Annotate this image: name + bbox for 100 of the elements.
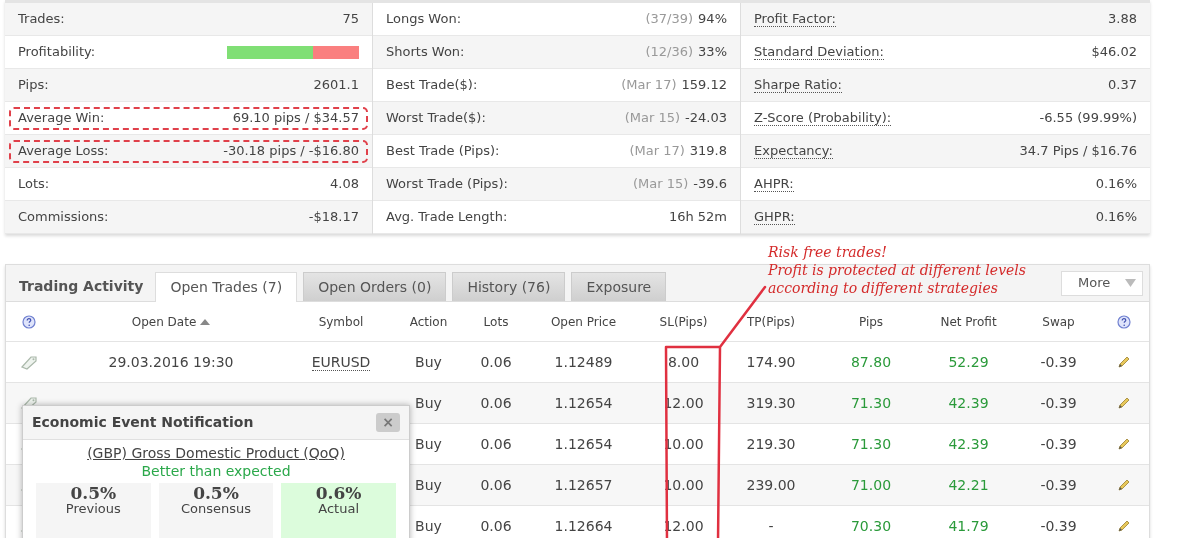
- tab[interactable]: Open Orders (0): [303, 272, 447, 301]
- stat-label: Profitability:: [18, 43, 96, 62]
- table-cell-text: Buy: [415, 475, 442, 495]
- figure-label: Actual: [318, 500, 359, 518]
- table-cell-text: 70.30: [850, 516, 892, 536]
- column-header[interactable]: TP(Pips): [746, 312, 796, 331]
- panel-title: Trading Activity: [19, 276, 144, 296]
- stat-date: (12/36): [645, 43, 694, 62]
- table-cell-text: -0.39: [1040, 393, 1077, 413]
- stat-label: AHPR:: [754, 176, 794, 192]
- figure-label: Previous: [65, 500, 121, 518]
- table-cell-text: Buy: [415, 352, 442, 372]
- table-cell-text: 1.12654: [554, 393, 613, 413]
- sort-ascending-icon[interactable]: [200, 318, 211, 325]
- annotation-text: Risk free trades!: [768, 243, 888, 261]
- event-outcome: Better than expected: [141, 462, 291, 480]
- table-cell-text: -0.39: [1040, 434, 1077, 454]
- pencil-icon[interactable]: [1116, 355, 1131, 369]
- stat-label: Longs Won:: [386, 10, 462, 29]
- tag-icon: [19, 354, 38, 370]
- pencil-icon[interactable]: [1116, 396, 1131, 410]
- stat-date: (37/39): [645, 10, 694, 29]
- stat-date: (Mar 17): [629, 142, 685, 161]
- table-cell-text: Buy: [415, 434, 442, 454]
- tab[interactable]: Exposure: [571, 272, 667, 301]
- stat-label: Z-Score (Probability):: [754, 110, 892, 126]
- stat-label: Lots:: [18, 175, 50, 194]
- stat-label: Average Loss:: [18, 142, 109, 161]
- tab[interactable]: History (76): [452, 272, 566, 301]
- column-header[interactable]: Open Price: [550, 312, 617, 331]
- stat-label: Trades:: [18, 10, 65, 29]
- stat-value: 69.10 pips / $34.57: [232, 109, 359, 128]
- event-link[interactable]: (GBP) Gross Domestic Product (QoQ): [87, 444, 345, 462]
- annotation-text: Profit is protected at different levels: [768, 261, 1026, 279]
- stat-date: (Mar 15): [633, 175, 689, 194]
- table-cell-text: 239.00: [746, 475, 796, 495]
- table-cell-text: 1.12664: [554, 516, 613, 536]
- stat-label: Sharpe Ratio:: [754, 77, 842, 93]
- column-header[interactable]: Net Profit: [940, 312, 997, 331]
- stat-label: Worst Trade (Pips):: [386, 175, 508, 194]
- stat-label: Profit Factor:: [754, 11, 836, 27]
- stat-label: Expectancy:: [754, 143, 833, 159]
- table-cell-text: -0.39: [1040, 475, 1077, 495]
- stat-label: Commissions:: [18, 208, 109, 227]
- figure-label: Consensus: [180, 500, 252, 518]
- column-header[interactable]: Open Date: [131, 312, 197, 331]
- stat-value: 75: [342, 10, 359, 29]
- stat-value: 0.16%: [1095, 175, 1137, 194]
- column-header[interactable]: SL(Pips): [659, 312, 708, 331]
- stat-value: 0.16%: [1095, 208, 1137, 227]
- table-cell-text: Buy: [415, 516, 442, 536]
- stat-value: -39.6: [693, 175, 727, 194]
- stat-value: -6.55 (99.99%): [1039, 109, 1137, 128]
- table-cell-text: 1.12654: [554, 434, 613, 454]
- pencil-icon[interactable]: [1116, 519, 1131, 533]
- table-cell-text: 42.21: [948, 475, 989, 495]
- table-cell-text: 219.30: [746, 434, 796, 454]
- stat-value: 4.08: [330, 175, 359, 194]
- stat-label: Pips:: [18, 76, 49, 95]
- table-cell-text: 0.06: [480, 475, 512, 495]
- symbol-link[interactable]: EURUSD: [311, 353, 371, 371]
- stat-value: 33%: [698, 43, 727, 62]
- stat-date: (Mar 17): [621, 76, 677, 95]
- table-cell-text: 29.03.2016 19:30: [108, 352, 234, 372]
- figure-value: 0.6%: [315, 484, 362, 502]
- table-cell-text: Buy: [415, 393, 442, 413]
- column-header[interactable]: Pips: [858, 312, 884, 331]
- pencil-icon[interactable]: [1116, 478, 1131, 492]
- stat-value: 94%: [698, 10, 727, 29]
- table-cell-text: 0.06: [480, 393, 512, 413]
- column-header[interactable]: Symbol: [318, 312, 364, 331]
- table-cell-text: 52.29: [948, 352, 989, 372]
- table-cell-text: 174.90: [746, 352, 796, 372]
- table-cell-text: 319.30: [746, 393, 796, 413]
- help-icon[interactable]: [1116, 314, 1131, 329]
- column-header[interactable]: Swap: [1042, 312, 1075, 331]
- stat-label: Avg. Trade Length:: [386, 208, 508, 227]
- help-icon[interactable]: [21, 314, 36, 329]
- table-cell-text: 0.06: [480, 516, 512, 536]
- popup-title: Economic Event Notification: [32, 413, 254, 432]
- column-header[interactable]: Lots: [483, 312, 509, 331]
- table-cell-text: 0.06: [480, 352, 512, 372]
- stat-value: -$18.17: [308, 208, 359, 227]
- pencil-icon[interactable]: [1116, 437, 1131, 451]
- stat-value: -24.03: [685, 109, 727, 128]
- figure-value: 0.5%: [70, 484, 117, 502]
- column-header[interactable]: Action: [409, 312, 448, 331]
- stat-value: 159.12: [681, 76, 727, 95]
- table-cell-text: 1.12657: [554, 475, 613, 495]
- table-cell-text: 8.00: [667, 352, 700, 372]
- stat-value: 34.7 Pips / $16.76: [1019, 142, 1137, 161]
- table-cell-text: 71.30: [850, 434, 892, 454]
- table-cell-text: -0.39: [1040, 516, 1077, 536]
- stat-label: Standard Deviation:: [754, 44, 884, 60]
- tab[interactable]: Open Trades (7): [155, 272, 298, 302]
- stat-date: (Mar 15): [624, 109, 681, 128]
- stat-value: 2601.1: [313, 76, 359, 95]
- stat-label: GHPR:: [754, 209, 795, 225]
- stat-value: 319.8: [689, 142, 727, 161]
- more-dropdown[interactable]: More: [1061, 270, 1143, 296]
